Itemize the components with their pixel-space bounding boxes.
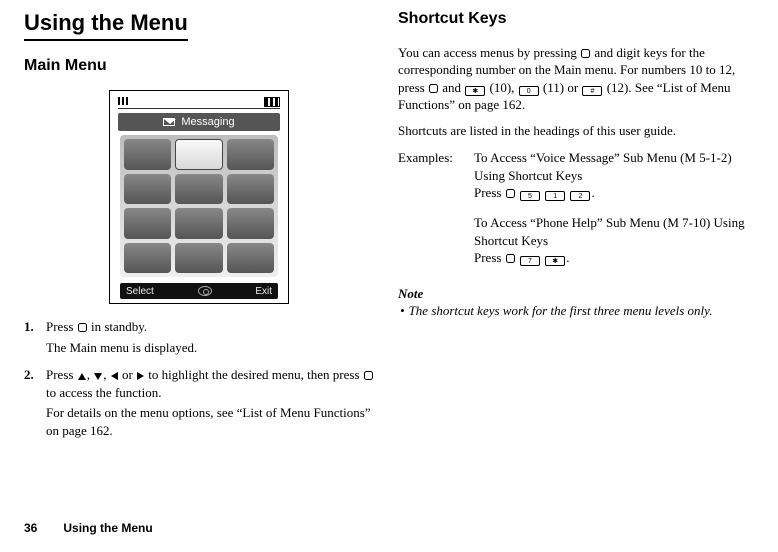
subsection-shortcut-keys: Shortcut Keys — [398, 8, 748, 30]
note-heading: Note — [398, 285, 748, 303]
right-column: Shortcut Keys You can access menus by pr… — [398, 8, 748, 450]
example-text: . — [591, 185, 594, 200]
phone-screenshot: Messaging Select Exit — [109, 90, 289, 304]
app-icon — [227, 139, 274, 170]
center-key-icon — [506, 189, 515, 198]
step-text: Press — [46, 319, 77, 334]
examples-content: To Access “Voice Message” Sub Menu (M 5-… — [474, 149, 748, 278]
shortcut-paragraph-1: You can access menus by pressing and dig… — [398, 44, 748, 114]
menu-title-bar: Messaging — [118, 113, 280, 131]
two-key-icon: 2 — [570, 191, 590, 201]
step-text: to highlight the desired menu, then pres… — [145, 367, 363, 382]
softkey-bar: Select Exit — [120, 283, 278, 299]
shortcut-paragraph-2: Shortcuts are listed in the headings of … — [398, 122, 748, 140]
left-column: Using the Menu Main Menu Messaging — [24, 8, 374, 450]
step-text: in standby. — [88, 319, 147, 334]
star-key-icon: ✱ — [465, 86, 485, 96]
example-text: . — [566, 250, 569, 265]
center-key-icon — [78, 323, 87, 332]
down-key-icon — [94, 373, 102, 380]
step-text: or — [119, 367, 136, 382]
left-key-icon — [111, 372, 118, 380]
subsection-main-menu: Main Menu — [24, 55, 374, 77]
body-text: (10), — [486, 80, 517, 95]
app-icon — [227, 243, 274, 274]
app-icon — [124, 243, 171, 274]
example-keys: Press 5 1 2. — [474, 184, 748, 202]
one-key-icon: 1 — [545, 191, 565, 201]
app-icon — [227, 208, 274, 239]
page-footer: 36 Using the Menu — [24, 520, 153, 536]
step-1-sub: The Main menu is displayed. — [46, 339, 374, 357]
star-key-icon: ✱ — [545, 256, 565, 266]
note-body: The shortcut keys work for the first thr… — [398, 302, 748, 320]
page-title: Using the Menu — [24, 8, 188, 41]
footer-section: Using the Menu — [63, 521, 152, 535]
body-text: and — [439, 80, 464, 95]
center-key-icon — [429, 84, 438, 93]
softkey-center-icon — [198, 286, 212, 296]
example-text: To Access “Phone Help” Sub Menu (M 7-10)… — [474, 214, 748, 249]
center-key-icon — [364, 371, 373, 380]
step-2-sub: For details on the menu options, see “Li… — [46, 404, 374, 439]
step-text: to access the function. — [46, 385, 162, 400]
examples-label: Examples: — [398, 149, 474, 278]
step-2: Press , , or to highlight the desired me… — [24, 366, 374, 439]
app-icon — [227, 174, 274, 205]
app-icon — [124, 174, 171, 205]
app-icon — [175, 174, 222, 205]
examples-block: Examples: To Access “Voice Message” Sub … — [398, 149, 748, 278]
center-key-icon — [581, 49, 590, 58]
example-text: Press — [474, 250, 505, 265]
step-1: Press in standby. The Main menu is displ… — [24, 318, 374, 356]
example-2: To Access “Phone Help” Sub Menu (M 7-10)… — [474, 214, 748, 267]
body-text: (11) or — [540, 80, 582, 95]
example-text: Press — [474, 185, 505, 200]
example-1: To Access “Voice Message” Sub Menu (M 5-… — [474, 149, 748, 202]
app-icon — [124, 139, 171, 170]
example-keys: Press 7 ✱. — [474, 249, 748, 267]
menu-title-text: Messaging — [181, 116, 234, 128]
example-text: To Access “Voice Message” Sub Menu (M 5-… — [474, 149, 748, 184]
softkey-left: Select — [126, 285, 154, 299]
steps-list: Press in standby. The Main menu is displ… — [24, 318, 374, 439]
zero-key-icon: 0 — [519, 86, 539, 96]
up-key-icon — [78, 373, 86, 380]
softkey-right: Exit — [255, 285, 272, 299]
right-key-icon — [137, 372, 144, 380]
status-bar — [118, 97, 280, 109]
body-text: You can access menus by pressing — [398, 45, 580, 60]
app-icon — [124, 208, 171, 239]
step-text: Press — [46, 367, 77, 382]
hash-key-icon: # — [582, 86, 602, 96]
app-icon — [175, 208, 222, 239]
app-icon — [175, 243, 222, 274]
seven-key-icon: 7 — [520, 256, 540, 266]
envelope-icon — [163, 118, 175, 126]
page-number: 36 — [24, 521, 37, 535]
center-key-icon — [506, 254, 515, 263]
five-key-icon: 5 — [520, 191, 540, 201]
app-grid — [120, 135, 278, 277]
app-icon-selected — [175, 139, 222, 170]
